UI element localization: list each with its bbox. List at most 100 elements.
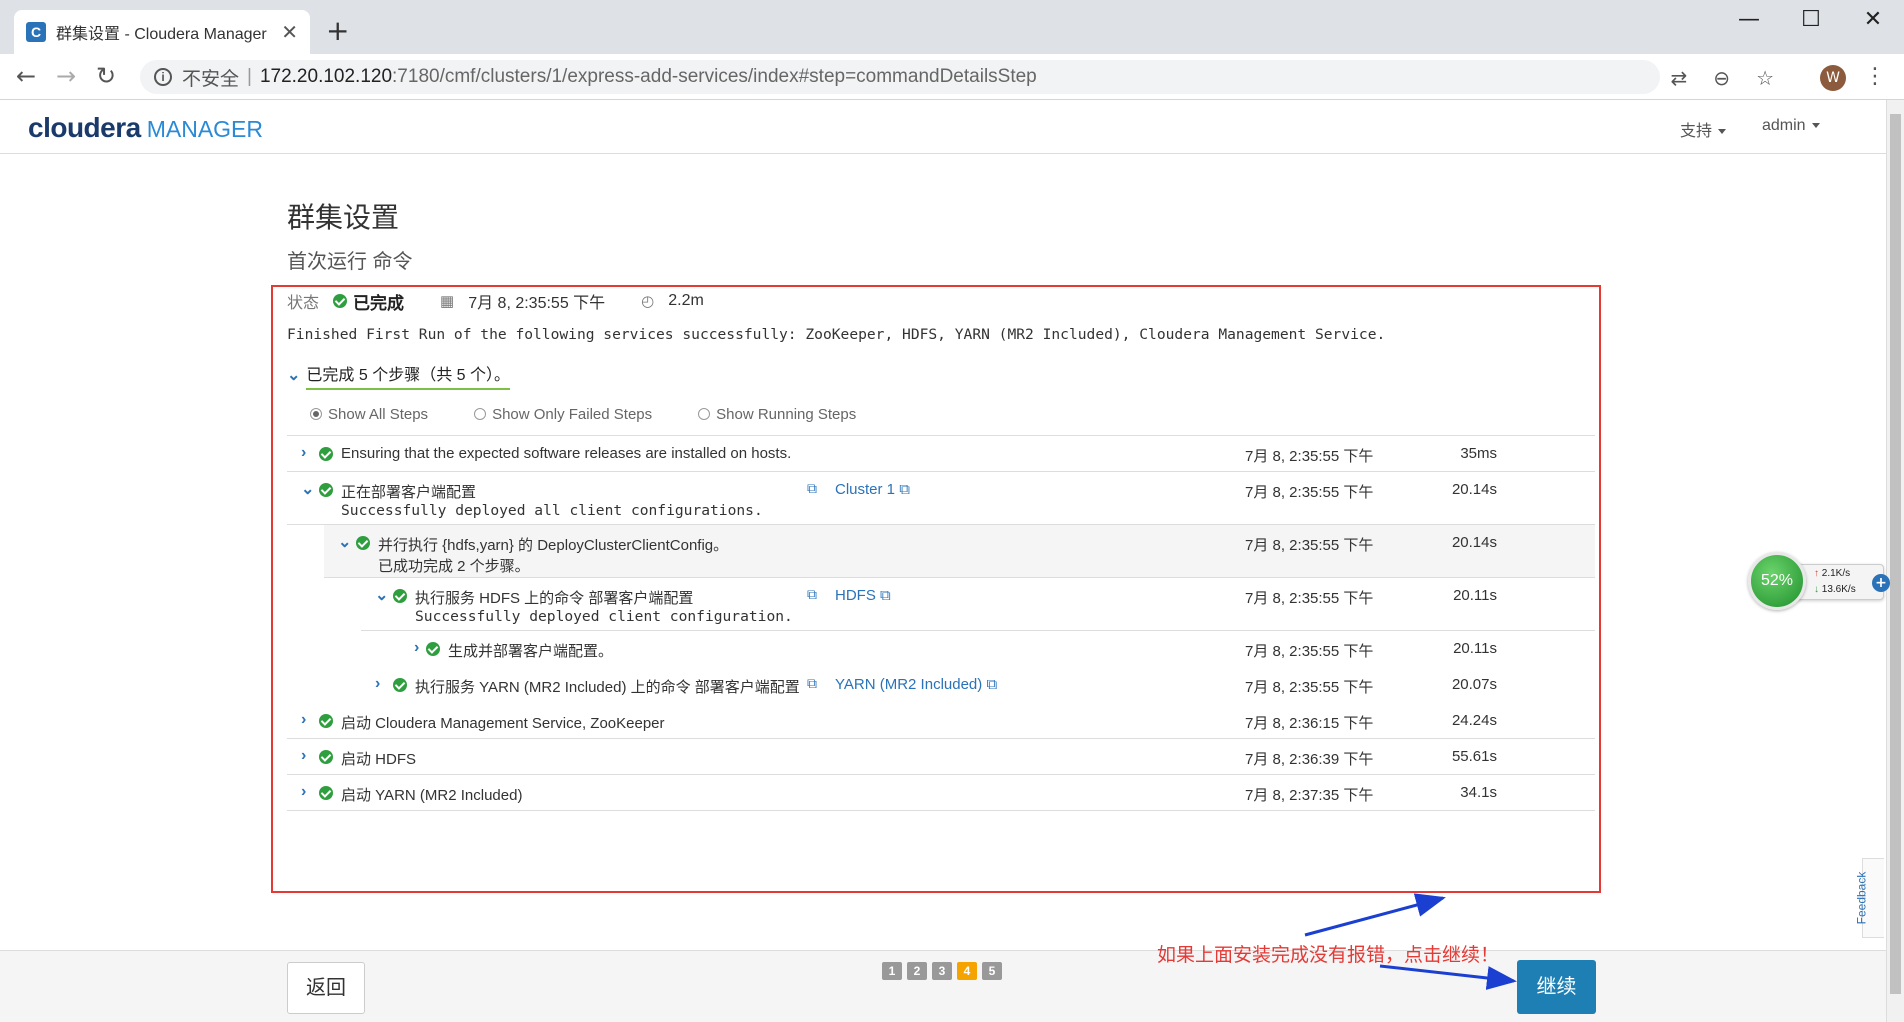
external-link-icon[interactable]: ⧉: [807, 675, 817, 692]
forward-arrow-icon[interactable]: →: [56, 62, 76, 90]
external-link-icon[interactable]: ⧉: [807, 586, 817, 603]
step-indicator-3[interactable]: 3: [932, 962, 952, 980]
step-indicator-5[interactable]: 5: [982, 962, 1002, 980]
step-duration: 24.24s: [1451, 712, 1497, 729]
status-duration: 2.2m: [668, 292, 704, 309]
success-check-icon: [319, 750, 333, 764]
site-info-icon[interactable]: i: [154, 68, 172, 86]
arrow-to-highlight-icon: [1304, 893, 1446, 937]
scrollbar-thumb[interactable]: [1890, 114, 1901, 994]
upload-arrow-icon: ↑: [1814, 568, 1819, 579]
step-duration: 20.07s: [1451, 676, 1497, 693]
chevron-right-icon[interactable]: ›: [301, 444, 306, 462]
steps-summary-toggle[interactable]: ⌄ 已完成 5 个步骤（共 5 个）。: [287, 361, 510, 390]
chevron-right-icon[interactable]: ›: [414, 639, 419, 657]
result-message: Finished First Run of the following serv…: [287, 326, 1386, 343]
step-row: › 启动 HDFS 7月 8, 2:36:39 下午 55.61s: [287, 739, 1595, 775]
step-link-yarn[interactable]: YARN (MR2 Included) ⧉: [835, 676, 997, 693]
back-button[interactable]: 返回: [287, 962, 365, 1014]
step-name: 并行执行 {hdfs,yarn} 的 DeployClusterClientCo…: [378, 537, 729, 554]
chevron-right-icon[interactable]: ›: [375, 675, 380, 693]
step-indicator-1[interactable]: 1: [882, 962, 902, 980]
filter-all-steps[interactable]: Show All Steps: [310, 406, 428, 423]
radio-selected[interactable]: [310, 408, 322, 420]
step-row: ⌄ 并行执行 {hdfs,yarn} 的 DeployClusterClient…: [324, 525, 1595, 578]
step-time: 7月 8, 2:36:15 下午: [1245, 715, 1374, 732]
reload-icon[interactable]: ↻: [96, 62, 116, 90]
chevron-down-icon[interactable]: ⌄: [375, 585, 388, 605]
step-row: › Ensuring that the expected software re…: [287, 436, 1595, 472]
step-duration: 20.14s: [1451, 481, 1497, 498]
step-link-hdfs[interactable]: HDFS ⧉: [835, 587, 891, 604]
browser-tab[interactable]: C 群集设置 - Cloudera Manager ✕: [14, 10, 310, 54]
steps-summary-text: 已完成 5 个步骤（共 5 个）。: [306, 367, 510, 390]
continue-button[interactable]: 继续: [1517, 960, 1596, 1014]
step-time: 7月 8, 2:36:39 下午: [1245, 751, 1374, 768]
step-duration: 35ms: [1460, 445, 1497, 462]
user-menu[interactable]: admin: [1762, 117, 1820, 135]
network-monitor-widget[interactable]: 52% ↑ 2.1K/s ↓ 13.6K/s +: [1748, 552, 1890, 612]
wizard-step-indicator: 1 2 3 4 5: [882, 962, 1002, 980]
browser-menu-icon[interactable]: ⋮: [1864, 64, 1886, 89]
cloudera-favicon-icon: C: [26, 22, 46, 42]
address-bar[interactable]: i 不安全 | 172.20.102.120 :7180/cmf/cluster…: [140, 60, 1660, 94]
browser-toolbar: ← → ↻ i 不安全 | 172.20.102.120 :7180/cmf/c…: [0, 54, 1904, 100]
tab-close-icon[interactable]: ✕: [281, 20, 298, 44]
close-window-icon[interactable]: ✕: [1842, 0, 1904, 40]
success-check-icon: [356, 536, 370, 550]
radio-unselected[interactable]: [474, 408, 487, 420]
upload-speed: ↑ 2.1K/s: [1814, 568, 1850, 579]
annotation-note: 如果上面安装完成没有报错，点击继续！: [1157, 944, 1500, 966]
plus-icon[interactable]: +: [1872, 574, 1890, 592]
logo-brand: cloudera: [28, 112, 141, 143]
step-link-label: YARN (MR2 Included): [835, 676, 983, 693]
page-title: 群集设置: [287, 202, 400, 233]
maximize-icon[interactable]: ☐: [1780, 0, 1842, 40]
step-row: ⌄ 执行服务 HDFS 上的命令 部署客户端配置 Successfully de…: [361, 578, 1595, 631]
chevron-down-icon[interactable]: ⌄: [301, 479, 314, 499]
step-indicator-2[interactable]: 2: [907, 962, 927, 980]
memory-usage-gauge[interactable]: 52%: [1748, 552, 1806, 610]
user-menu-label: admin: [1762, 117, 1806, 134]
support-menu[interactable]: 支持: [1680, 117, 1727, 141]
step-time: 7月 8, 2:35:55 下午: [1245, 643, 1374, 660]
external-link-icon: ⧉: [880, 587, 891, 604]
profile-avatar[interactable]: W: [1820, 65, 1846, 91]
success-check-icon: [319, 786, 333, 800]
filter-running-steps[interactable]: Show Running Steps: [698, 406, 856, 423]
step-name: 启动 Cloudera Management Service, ZooKeepe…: [341, 715, 665, 732]
download-arrow-icon: ↓: [1814, 584, 1819, 595]
chevron-down-icon[interactable]: ⌄: [338, 532, 351, 552]
chevron-right-icon[interactable]: ›: [301, 783, 306, 801]
command-status-row: 状态 已完成 ▦ 7月 8, 2:35:55 下午 ◴ 2.2m: [287, 289, 704, 313]
cloudera-manager-logo[interactable]: cloudera MANAGER: [28, 112, 263, 144]
insecure-label: 不安全: [182, 68, 240, 90]
zoom-icon[interactable]: ⊖: [1713, 66, 1730, 90]
radio-unselected[interactable]: [698, 408, 711, 420]
external-link-icon[interactable]: ⧉: [807, 480, 817, 497]
new-tab-button[interactable]: +: [326, 14, 349, 47]
chevron-right-icon[interactable]: ›: [301, 711, 306, 729]
page-scrollbar[interactable]: [1886, 100, 1904, 1022]
translate-icon[interactable]: ⇄: [1671, 66, 1688, 90]
success-check-icon: [426, 642, 440, 656]
step-detail: Successfully deployed all client configu…: [341, 502, 763, 519]
minimize-icon[interactable]: —: [1718, 0, 1780, 40]
status-label: 状态: [287, 295, 320, 312]
step-indicator-4[interactable]: 4: [957, 962, 977, 980]
step-time: 7月 8, 2:35:55 下午: [1245, 537, 1374, 554]
feedback-tab[interactable]: Feedback: [1854, 858, 1884, 938]
chevron-right-icon[interactable]: ›: [301, 747, 306, 765]
bookmark-star-icon[interactable]: ☆: [1756, 66, 1774, 90]
back-arrow-icon[interactable]: ←: [16, 62, 36, 90]
tab-title: 群集设置 - Cloudera Manager: [56, 26, 267, 43]
step-link-cluster[interactable]: Cluster 1 ⧉: [835, 481, 910, 498]
step-duration: 34.1s: [1460, 784, 1497, 801]
step-name: 正在部署客户端配置: [341, 484, 477, 501]
status-value: 已完成: [353, 293, 405, 313]
step-row: › 启动 YARN (MR2 Included) 7月 8, 2:37:35 下…: [287, 775, 1595, 811]
filter-all-label: Show All Steps: [328, 406, 429, 423]
success-check-icon: [393, 678, 407, 692]
filter-failed-label: Show Only Failed Steps: [492, 406, 653, 423]
filter-failed-steps[interactable]: Show Only Failed Steps: [474, 406, 652, 423]
